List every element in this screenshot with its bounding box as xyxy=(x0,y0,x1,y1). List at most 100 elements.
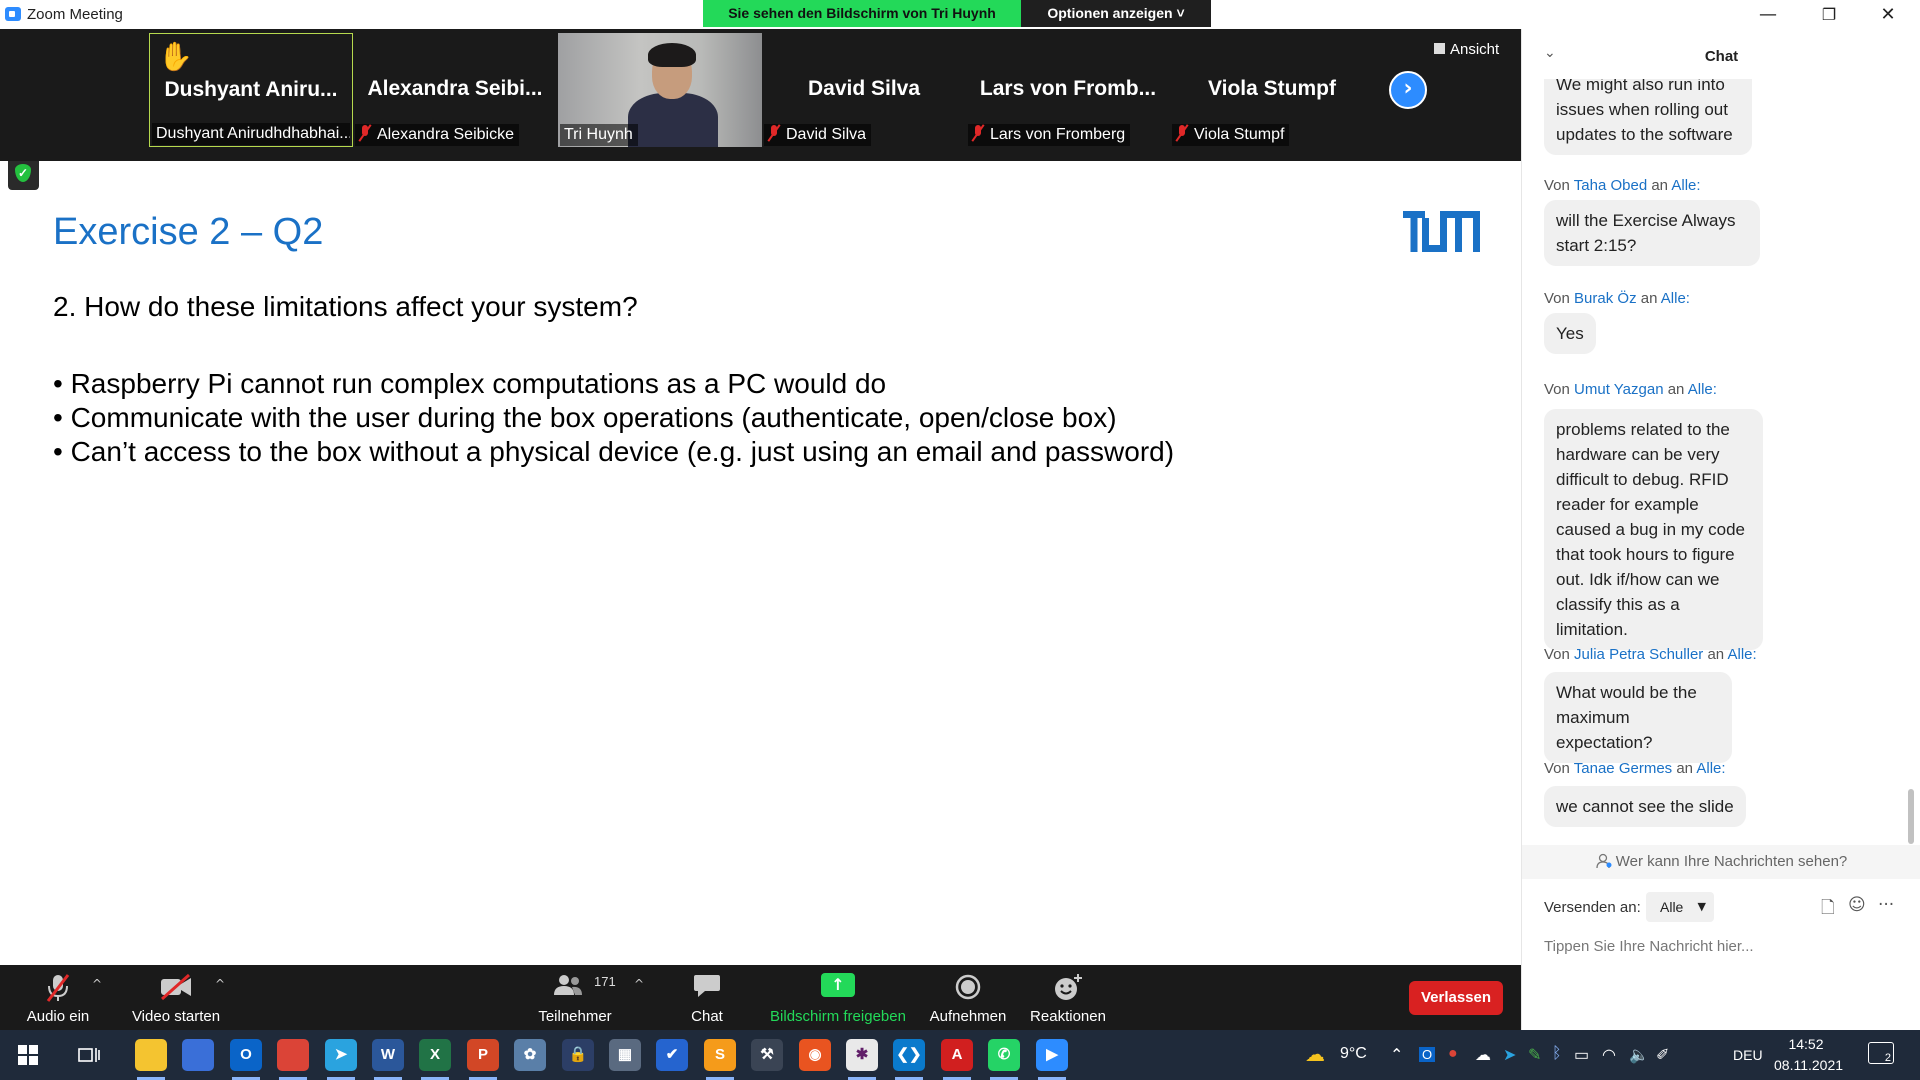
participant-name-label: Dushyant Anirudhdhabhai... xyxy=(152,123,350,145)
paint-icon[interactable]: ✿ xyxy=(514,1039,546,1071)
chat-header: ⌄ Chat xyxy=(1522,29,1920,79)
todo-icon[interactable]: ✔ xyxy=(656,1039,688,1071)
chat-scrollbar[interactable] xyxy=(1908,789,1914,844)
who-can-see-messages-link[interactable]: Wer kann Ihre Nachrichten sehen? xyxy=(1522,845,1920,879)
bluetooth-icon[interactable]: ᛒ xyxy=(1552,1045,1562,1063)
view-options-button[interactable]: Optionen anzeigen ˅ xyxy=(1021,0,1211,27)
file-explorer-icon[interactable] xyxy=(135,1039,167,1071)
ubuntu-icon[interactable]: ◉ xyxy=(799,1039,831,1071)
system-clock[interactable]: 14:52 08.11.2021 xyxy=(1774,1034,1843,1076)
chat-button[interactable]: Chat xyxy=(677,973,737,1028)
chat-message-bubble: What would be the maximum expectation? xyxy=(1544,672,1732,763)
onedrive-icon[interactable]: ☁ xyxy=(1475,1045,1491,1065)
calculator-icon[interactable]: ▦ xyxy=(609,1039,641,1071)
sublime-icon[interactable]: S xyxy=(704,1039,736,1071)
clock-time: 14:52 xyxy=(1788,1036,1824,1052)
mic-muted-icon xyxy=(46,974,70,1002)
participant-tile[interactable]: Viola Stumpf Viola Stumpf xyxy=(1170,33,1374,147)
language-indicator[interactable]: DEU xyxy=(1733,1047,1763,1063)
chrome-tray-icon[interactable]: ● xyxy=(1448,1045,1458,1063)
leave-meeting-button[interactable]: Verlassen xyxy=(1409,981,1503,1015)
app-tray-icon[interactable]: ✎ xyxy=(1528,1045,1541,1065)
restore-button[interactable]: ❐ xyxy=(1806,2,1852,28)
telegram-icon[interactable]: ➤ xyxy=(325,1039,357,1071)
participant-tile[interactable]: Alexandra Seibi... Alexandra Seibicke xyxy=(353,33,557,147)
participant-tile[interactable]: ✋ Dushyant Aniru... Dushyant Anirudhdhab… xyxy=(149,33,353,147)
slack-icon[interactable]: ✱ xyxy=(846,1039,878,1071)
participant-name-label: David Silva xyxy=(764,124,872,146)
chevron-down-icon: ▼ xyxy=(1697,900,1706,913)
view-toggle-button[interactable]: Ansicht xyxy=(1434,41,1499,58)
participant-tile[interactable]: Lars von Fromb... Lars von Fromberg xyxy=(966,33,1170,147)
whatsapp-icon[interactable]: ✆ xyxy=(988,1039,1020,1071)
zoom-window: Zoom Meeting Sie sehen den Bildschirm vo… xyxy=(0,0,1920,1080)
participant-video-tile[interactable]: Tri Huynh xyxy=(558,33,762,147)
participants-button[interactable]: 171 Teilnehmer xyxy=(530,973,620,1028)
more-options-icon[interactable]: ··· xyxy=(1878,895,1894,915)
mic-muted-icon xyxy=(1176,125,1188,141)
notification-center-icon[interactable]: 2 xyxy=(1868,1042,1894,1064)
chat-message-input[interactable] xyxy=(1544,931,1904,961)
chat-message-sender: Von Julia Petra Schuller an Alle: xyxy=(1544,646,1757,663)
record-button[interactable]: Aufnehmen xyxy=(925,973,1011,1028)
raised-hand-icon: ✋ xyxy=(158,41,193,72)
pen-icon[interactable]: ✐ xyxy=(1656,1045,1669,1065)
meeting-toolbar: Audio ein ^ Video starten ^ 171 Teilnehm… xyxy=(0,965,1521,1030)
participants-options-caret[interactable]: ^ xyxy=(634,977,644,991)
recipient-select[interactable]: Alle ▼ xyxy=(1646,892,1714,922)
sender-name: Tanae Germes xyxy=(1573,760,1673,777)
wifi-icon[interactable]: ◠ xyxy=(1602,1045,1616,1065)
audio-button[interactable]: Audio ein xyxy=(18,973,98,1028)
share-screen-button[interactable]: ↑ Bildschirm freigeben xyxy=(763,973,913,1028)
close-window-button[interactable]: ✕ xyxy=(1865,2,1911,28)
file-icon[interactable]: 🗋 xyxy=(1821,895,1835,924)
task-view-icon[interactable] xyxy=(78,1045,100,1065)
powerpoint-icon[interactable]: P xyxy=(467,1039,499,1071)
weather-temperature[interactable]: 9°C xyxy=(1340,1045,1367,1063)
word-icon[interactable]: W xyxy=(372,1039,404,1071)
chevron-up-icon[interactable]: ⌃ xyxy=(1390,1045,1403,1064)
vscode-icon[interactable]: ❮❯ xyxy=(893,1039,925,1071)
chat-message-sender: Von Umut Yazgan an Alle: xyxy=(1544,381,1717,398)
chat-message-bubble: Yes xyxy=(1544,313,1596,354)
recipient-name: Alle: xyxy=(1687,381,1717,398)
excel-icon[interactable]: X xyxy=(419,1039,451,1071)
battery-icon[interactable]: ▭ xyxy=(1574,1045,1589,1065)
video-label: Video starten xyxy=(131,1008,221,1025)
screen-share-banner: Sie sehen den Bildschirm von Tri Huynh xyxy=(703,0,1021,27)
reactions-label: Reaktionen xyxy=(1030,1008,1106,1025)
video-button[interactable]: Video starten xyxy=(126,973,226,1028)
volume-icon[interactable]: 🔈 xyxy=(1629,1045,1649,1064)
windows-start-icon[interactable] xyxy=(18,1045,38,1065)
recipient-name: Alle: xyxy=(1660,290,1690,307)
record-icon xyxy=(955,974,981,1000)
video-options-caret[interactable]: ^ xyxy=(215,977,225,991)
participants-icon xyxy=(554,975,582,995)
next-participants-button[interactable]: › xyxy=(1389,71,1427,109)
participant-video-strip: ✋ Dushyant Aniru... Dushyant Anirudhdhab… xyxy=(0,29,1521,161)
emoji-icon[interactable]: ☺ xyxy=(1848,895,1866,915)
reactions-button[interactable]: Reaktionen xyxy=(1025,973,1111,1028)
vpn-icon[interactable]: 🔒 xyxy=(562,1039,594,1071)
chat-message-sender: Von Taha Obed an Alle: xyxy=(1544,177,1701,194)
telegram-tray-icon[interactable]: ➤ xyxy=(1503,1045,1516,1065)
slide-question: 2. How do these limitations affect your … xyxy=(53,291,638,322)
security-shield-icon[interactable] xyxy=(8,161,39,190)
grid-view-icon xyxy=(1434,43,1445,54)
acrobat-icon[interactable]: A xyxy=(941,1039,973,1071)
chat-message-bubble: we cannot see the slide xyxy=(1544,786,1746,827)
title-bar: Zoom Meeting Sie sehen den Bildschirm vo… xyxy=(0,0,1920,29)
mic-muted-icon xyxy=(972,125,984,141)
weather-icon: ☁ xyxy=(1305,1044,1325,1066)
outlook-tray-icon[interactable]: O xyxy=(1419,1047,1436,1062)
store-icon[interactable] xyxy=(182,1039,214,1071)
chrome-icon[interactable] xyxy=(277,1039,309,1071)
minimize-button[interactable]: — xyxy=(1745,2,1791,28)
sender-name: Julia Petra Schuller xyxy=(1574,646,1704,663)
outlook-icon[interactable]: O xyxy=(230,1039,262,1071)
tools-icon[interactable]: ⚒ xyxy=(751,1039,783,1071)
zoom-icon[interactable]: ▶ xyxy=(1036,1039,1068,1071)
audio-options-caret[interactable]: ^ xyxy=(92,977,102,991)
participant-tile[interactable]: David Silva David Silva xyxy=(762,33,966,147)
zoom-app-icon xyxy=(5,7,21,21)
